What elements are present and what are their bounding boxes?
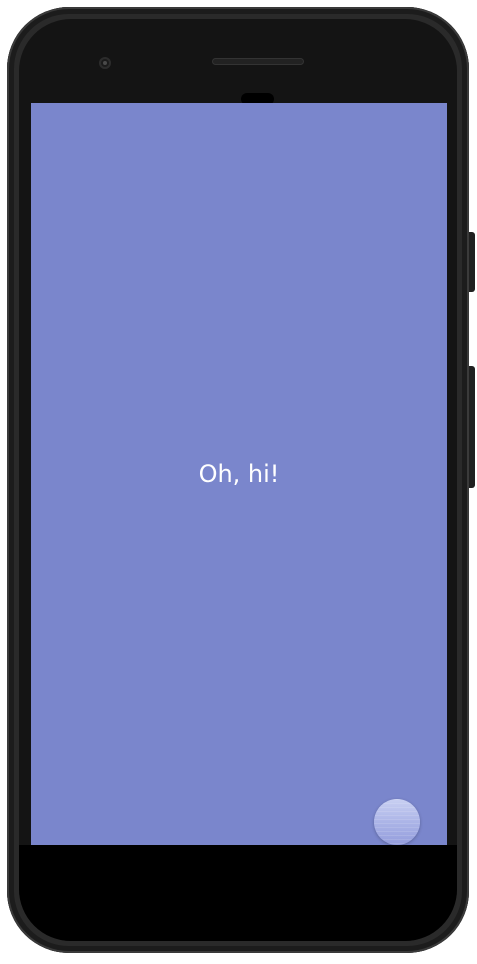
phone-chin xyxy=(19,845,457,941)
power-button[interactable] xyxy=(469,232,475,292)
greeting-text: Oh, hi! xyxy=(198,460,280,488)
app-screen: Oh, hi! xyxy=(31,103,447,845)
earpiece-speaker xyxy=(212,58,304,65)
floating-action-button[interactable] xyxy=(374,799,420,845)
volume-rocker[interactable] xyxy=(469,366,475,488)
front-camera-icon xyxy=(99,57,111,69)
